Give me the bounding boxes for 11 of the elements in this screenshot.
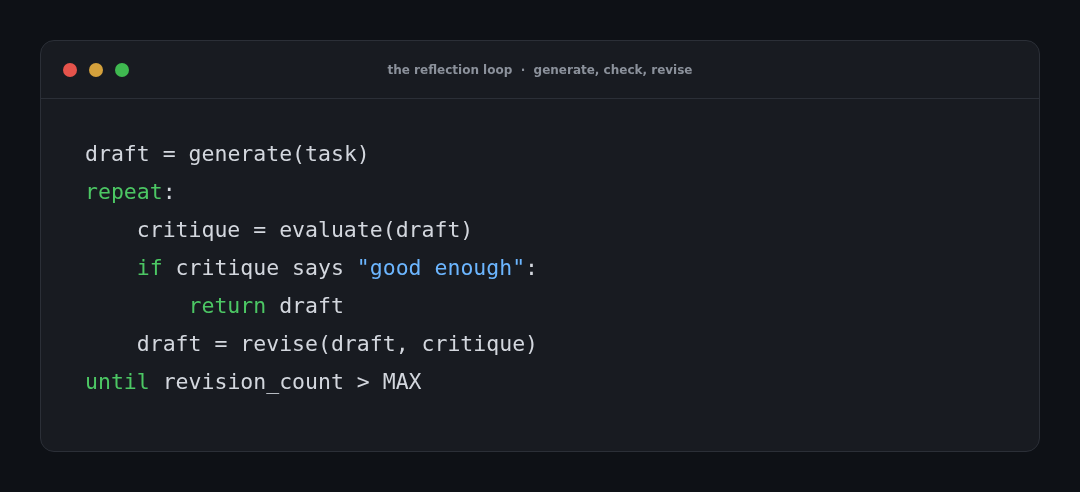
window-title: the reflection loop · generate, check, revise [387, 62, 693, 77]
zoom-dot-icon[interactable] [115, 62, 129, 77]
code-line: until revision_count > MAX [85, 368, 422, 396]
minimize-dot-icon[interactable] [89, 62, 103, 77]
code-line: critique = evaluate(draft) [136, 216, 474, 244]
code-line: return draft [188, 292, 344, 320]
close-dot-icon[interactable] [63, 62, 77, 77]
code-line: if critique says "good enough": [136, 254, 539, 282]
code-line: repeat: [85, 178, 176, 206]
code-line: draft = revise(draft, critique) [136, 330, 539, 358]
code-line: draft = generate(task) [85, 140, 370, 168]
